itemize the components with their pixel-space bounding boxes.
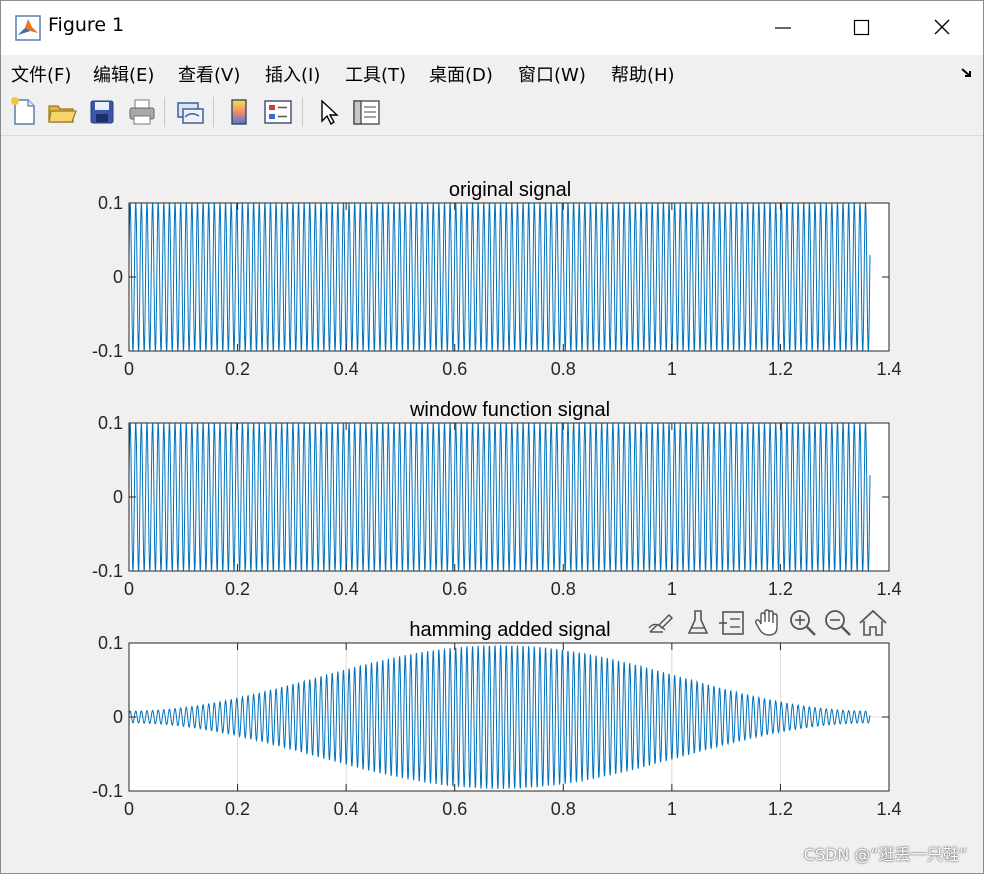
- maximize-icon: [853, 19, 870, 36]
- x-tick-label: 0.6: [442, 799, 467, 819]
- brush-icon[interactable]: [681, 606, 715, 640]
- save-icon[interactable]: [85, 95, 119, 129]
- y-tick-label: 0: [113, 487, 123, 507]
- y-tick-label: 0.1: [98, 193, 123, 213]
- x-tick-label: 1.2: [768, 359, 793, 379]
- property-inspector-icon[interactable]: [349, 95, 383, 129]
- zoom-in-icon[interactable]: [786, 606, 820, 640]
- pointer-icon[interactable]: [311, 95, 345, 129]
- pan-icon[interactable]: [751, 606, 785, 640]
- figure-canvas: 0 0.2 0.4 0.6 0.8 1 1.2 1.4 0.1 0 -0.1 original sig…: [1, 136, 983, 873]
- y-tick-label: 0.1: [98, 413, 123, 433]
- x-tick-label: 0: [124, 799, 134, 819]
- menu-file[interactable]: 文件(F): [11, 61, 71, 87]
- x-tick-label: 1.2: [768, 799, 793, 819]
- menu-view[interactable]: 查看(V): [178, 61, 240, 87]
- menu-help[interactable]: 帮助(H): [611, 61, 675, 87]
- y-tick-label: 0.1: [98, 633, 123, 653]
- x-tick-label: 0.2: [225, 799, 250, 819]
- x-tick-label: 0.2: [225, 359, 250, 379]
- y-tick-label: -0.1: [92, 781, 123, 801]
- window-title: Figure 1: [48, 14, 125, 36]
- home-icon[interactable]: [856, 606, 890, 640]
- subplots: 0 0.2 0.4 0.6 0.8 1 1.2 1.40.10-0.1original sig…: [92, 179, 902, 819]
- y-tick-label: -0.1: [92, 561, 123, 581]
- minimize-icon: [775, 27, 791, 29]
- menu-bar: 文件(F) 编辑(E) 查看(V) 插入(I) 工具(T) 桌面(D) 窗口(W…: [1, 55, 983, 89]
- x-tick-label: 1: [667, 799, 677, 819]
- subplot-title: window function signal: [409, 399, 610, 421]
- x-tick-label: 0: [124, 359, 134, 379]
- menu-desktop[interactable]: 桌面(D): [429, 61, 493, 87]
- x-tick-label: 0.2: [225, 579, 250, 599]
- toolbar-separator: [302, 97, 303, 127]
- y-tick-label: 0: [113, 707, 123, 727]
- x-tick-label: 0.4: [334, 359, 359, 379]
- figure-toolbar: [1, 89, 983, 136]
- x-tick-label: 1.4: [876, 579, 901, 599]
- title-bar: Figure 1: [1, 1, 983, 55]
- zoom-out-icon[interactable]: [821, 606, 855, 640]
- x-tick-label: 0.8: [551, 359, 576, 379]
- menu-tools[interactable]: 工具(T): [345, 61, 406, 87]
- subplot-3: 0 0.2 0.4 0.6 0.8 1 1.2 1.40.10-0.1hamming adde…: [92, 619, 902, 819]
- subplot-2: 0 0.2 0.4 0.6 0.8 1 1.2 1.40.10-0.1window funct…: [92, 399, 902, 599]
- subplot-1: 0 0.2 0.4 0.6 0.8 1 1.2 1.40.10-0.1original sig…: [92, 179, 902, 379]
- y-tick-label: -0.1: [92, 341, 123, 361]
- minimize-button[interactable]: [743, 1, 823, 55]
- x-tick-label: 1.4: [876, 799, 901, 819]
- axes-toolbar: [645, 606, 891, 642]
- x-tick-label: 0.6: [442, 359, 467, 379]
- subplot-title: original signal: [449, 179, 571, 201]
- print-icon[interactable]: [125, 95, 159, 129]
- colorbar-icon[interactable]: [222, 95, 256, 129]
- x-tick-label: 1: [667, 579, 677, 599]
- open-file-icon[interactable]: [45, 95, 79, 129]
- x-tick-label: 0.8: [551, 799, 576, 819]
- close-icon: [934, 19, 950, 35]
- x-tick-label: 0.8: [551, 579, 576, 599]
- menu-edit[interactable]: 编辑(E): [93, 61, 154, 87]
- watermark: CSDN @“逛丢一只鞋”: [803, 845, 967, 864]
- x-tick-label: 1: [667, 359, 677, 379]
- x-tick-label: 0.4: [334, 579, 359, 599]
- dock-arrow-icon[interactable]: [959, 65, 975, 81]
- x-tick-label: 1.2: [768, 579, 793, 599]
- data-tips-icon[interactable]: [716, 606, 750, 640]
- y-tick-label: 0: [113, 267, 123, 287]
- x-tick-label: 0: [124, 579, 134, 599]
- export-icon[interactable]: [645, 606, 679, 640]
- matlab-logo-icon: [15, 15, 41, 41]
- menu-window[interactable]: 窗口(W): [518, 61, 586, 87]
- menu-insert[interactable]: 插入(I): [265, 61, 320, 87]
- legend-icon[interactable]: [261, 95, 295, 129]
- x-tick-label: 1.4: [876, 359, 901, 379]
- toolbar-separator: [164, 97, 165, 127]
- new-figure-icon[interactable]: [7, 95, 41, 129]
- close-button[interactable]: [903, 1, 983, 55]
- x-tick-label: 0.6: [442, 579, 467, 599]
- subplot-title: hamming added signal: [409, 619, 610, 641]
- figure-window: Figure 1 文件(F) 编辑(E) 查看(V) 插入(I) 工具(T) 桌…: [0, 0, 984, 874]
- maximize-button[interactable]: [823, 1, 903, 55]
- x-tick-label: 0.4: [334, 799, 359, 819]
- toolbar-separator: [213, 97, 214, 127]
- link-plot-icon[interactable]: [173, 95, 207, 129]
